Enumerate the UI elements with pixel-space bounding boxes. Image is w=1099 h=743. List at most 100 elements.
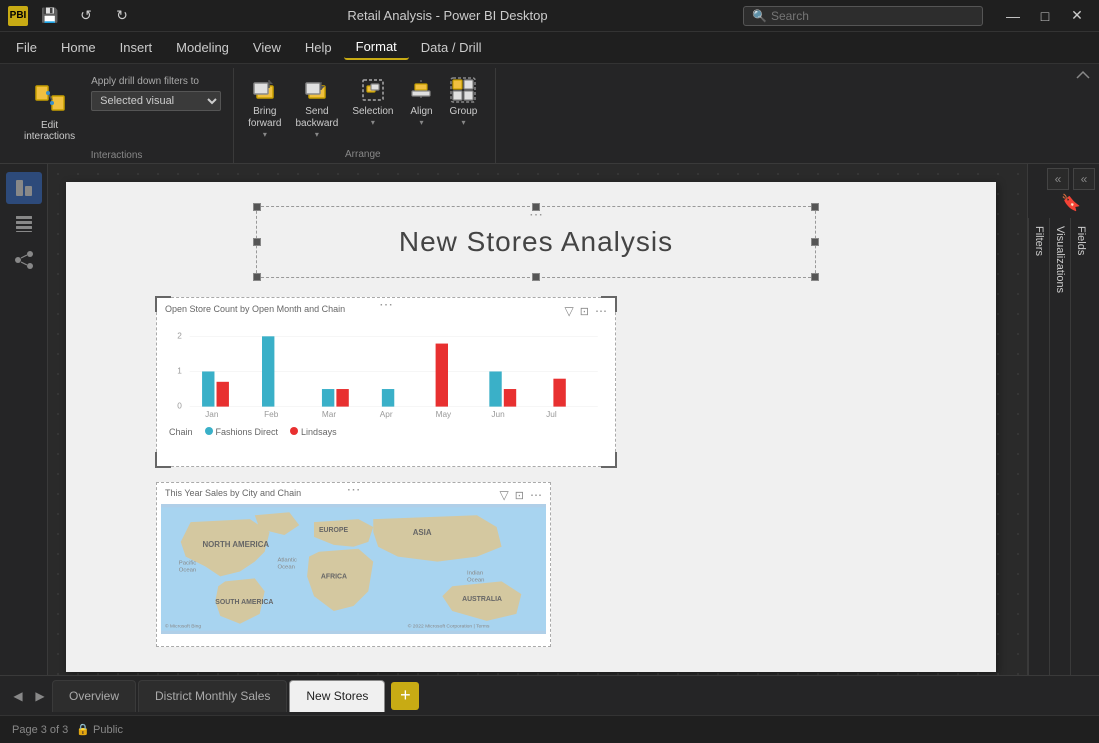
- map-handle-bl[interactable]: [156, 632, 171, 647]
- menu-modeling[interactable]: Modeling: [164, 36, 241, 59]
- bring-forward-icon: [251, 76, 279, 104]
- app-title: Retail Analysis - Power BI Desktop: [152, 8, 743, 23]
- chart1-body: 2 1 0: [157, 320, 615, 425]
- maximize-button[interactable]: □: [1031, 6, 1059, 26]
- send-backward-button[interactable]: Send backward ▾: [290, 72, 345, 143]
- align-button[interactable]: Align ▾: [401, 72, 441, 131]
- visualizations-panel-tab[interactable]: Visualizations: [1049, 218, 1070, 675]
- prev-tab-button[interactable]: ◀: [8, 686, 28, 706]
- menu-help[interactable]: Help: [293, 36, 344, 59]
- map-handle-tl[interactable]: [156, 482, 171, 497]
- map-expand-icon[interactable]: ⊡: [515, 489, 524, 502]
- save-button[interactable]: 💾: [36, 6, 64, 26]
- arrange-section-label: Arrange: [242, 149, 483, 163]
- fields-panel-tab[interactable]: Fields: [1070, 218, 1091, 675]
- menu-file[interactable]: File: [4, 36, 49, 59]
- undo-button[interactable]: ↺: [72, 6, 100, 26]
- canvas-title: New Stores Analysis: [399, 226, 673, 258]
- chart1-menu: ⋯: [379, 296, 393, 313]
- page-canvas: New Stores Analysis ⋯ ⋯ Open Store Count: [66, 182, 996, 672]
- handle-tl[interactable]: [253, 203, 261, 211]
- close-button[interactable]: ✕: [1063, 6, 1091, 26]
- apply-drill-label: Apply drill down filters to: [91, 76, 221, 87]
- public-label: 🔒 Public: [76, 723, 123, 736]
- map-filter-icon[interactable]: ▽: [500, 488, 509, 502]
- handle-br[interactable]: [811, 273, 819, 281]
- svg-text:Feb: Feb: [264, 410, 279, 419]
- search-box[interactable]: 🔍: [743, 6, 983, 26]
- chart1-handle-tl[interactable]: [155, 296, 171, 312]
- nav-data-view[interactable]: [6, 208, 42, 240]
- edit-interactions-icon: [32, 80, 68, 116]
- next-tab-button[interactable]: ▶: [30, 686, 50, 706]
- bring-forward-label: Bring forward: [248, 106, 281, 130]
- menu-home[interactable]: Home: [49, 36, 108, 59]
- tab-district-monthly-sales[interactable]: District Monthly Sales: [138, 680, 287, 712]
- svg-text:Ocean: Ocean: [179, 567, 196, 573]
- handle-tr[interactable]: [811, 203, 819, 211]
- title-text-box[interactable]: New Stores Analysis ⋯: [256, 206, 816, 278]
- chart1-title: Open Store Count by Open Month and Chain: [165, 304, 345, 318]
- group-icon: [449, 76, 477, 104]
- filter-icon[interactable]: ▽: [565, 304, 574, 318]
- svg-text:Ocean: Ocean: [467, 577, 484, 583]
- left-nav: [0, 164, 48, 675]
- group-button[interactable]: Group ▾: [443, 72, 483, 131]
- map-handle-tr[interactable]: [536, 482, 551, 497]
- filters-panel-tab[interactable]: Filters: [1028, 218, 1049, 675]
- title-menu-dots: ⋯: [529, 206, 543, 223]
- selection-button[interactable]: Selection ▾: [346, 72, 399, 131]
- handle-mr[interactable]: [811, 238, 819, 246]
- bring-forward-button[interactable]: Bring forward ▾: [242, 72, 287, 143]
- expand-icon[interactable]: ⊡: [580, 305, 589, 318]
- chart1-handle-br[interactable]: [601, 452, 617, 468]
- menu-data-drill[interactable]: Data / Drill: [409, 36, 494, 59]
- right-panel-area: « « 🔖 Filters Visualizations Fields: [1027, 164, 1099, 675]
- redo-button[interactable]: ↻: [108, 6, 136, 26]
- svg-text:Jul: Jul: [546, 410, 557, 419]
- send-backward-icon: [303, 76, 331, 104]
- handle-bl[interactable]: [253, 273, 261, 281]
- bar-chart-visual[interactable]: ⋯ Open Store Count by Open Month and Cha…: [156, 297, 616, 467]
- ribbon: Edit interactions Apply drill down filte…: [0, 64, 1099, 164]
- map-title: This Year Sales by City and Chain: [165, 488, 301, 502]
- handle-ml[interactable]: [253, 238, 261, 246]
- edit-interactions-button[interactable]: Edit interactions: [12, 72, 87, 150]
- bookmark-icon[interactable]: 🔖: [1060, 192, 1082, 214]
- nav-report-view[interactable]: [6, 172, 42, 204]
- canvas-area: New Stores Analysis ⋯ ⋯ Open Store Count: [48, 164, 1027, 675]
- chart1-handle-bl[interactable]: [155, 452, 171, 468]
- svg-text:2: 2: [177, 331, 182, 340]
- collapse-filters-btn[interactable]: «: [1047, 168, 1069, 190]
- svg-text:© 2022 Microsoft Corporation |: © 2022 Microsoft Corporation | Terms: [408, 623, 490, 630]
- svg-text:NORTH AMERICA: NORTH AMERICA: [202, 540, 269, 549]
- add-page-button[interactable]: +: [391, 682, 419, 710]
- map-visual[interactable]: ⋯ This Year Sales by City and Chain ▽ ⊡ …: [156, 482, 551, 647]
- tab-new-stores[interactable]: New Stores: [289, 680, 385, 712]
- map-handle-br[interactable]: [536, 632, 551, 647]
- statusbar: Page 3 of 3 🔒 Public: [0, 715, 1099, 743]
- menu-view[interactable]: View: [241, 36, 293, 59]
- ribbon-group-interactions: Edit interactions Apply drill down filte…: [8, 68, 234, 163]
- collapse-vis-btn[interactable]: «: [1073, 168, 1095, 190]
- tab-nav: ◀ ▶: [8, 686, 50, 706]
- menu-insert[interactable]: Insert: [108, 36, 165, 59]
- chart1-handle-tr[interactable]: [601, 296, 617, 312]
- menu-format[interactable]: Format: [344, 35, 409, 60]
- group-label: Group: [450, 106, 478, 118]
- send-backward-label: Send backward: [296, 106, 339, 130]
- ribbon-collapse-button[interactable]: [1075, 68, 1091, 85]
- search-input[interactable]: [771, 9, 971, 23]
- svg-text:AUSTRALIA: AUSTRALIA: [462, 596, 502, 603]
- svg-text:Jan: Jan: [205, 410, 219, 419]
- menubar: File Home Insert Modeling View Help Form…: [0, 32, 1099, 64]
- handle-bc[interactable]: [532, 273, 540, 281]
- nav-model-view[interactable]: [6, 244, 42, 276]
- svg-text:Jun: Jun: [491, 410, 505, 419]
- app-icon: PBI: [8, 6, 28, 26]
- minimize-button[interactable]: —: [999, 6, 1027, 26]
- chart1-legend: Chain Fashions Direct Lindsays: [157, 425, 615, 439]
- tab-overview[interactable]: Overview: [52, 680, 136, 712]
- selection-icon: [359, 76, 387, 104]
- apply-drill-dropdown[interactable]: Selected visual: [91, 91, 221, 111]
